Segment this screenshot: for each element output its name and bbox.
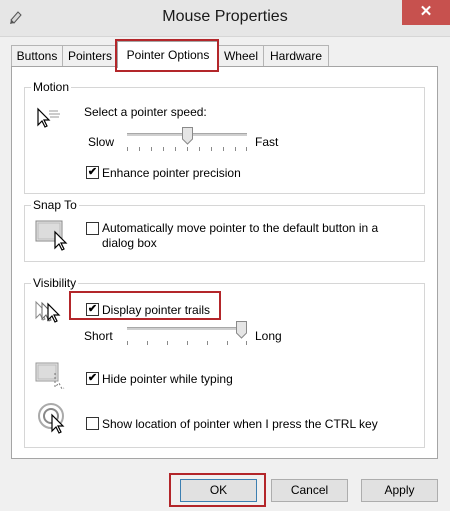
show-location-label: Show location of pointer when I press th… <box>102 417 378 431</box>
close-button[interactable]: ✕ <box>402 0 450 25</box>
hide-pointer-checkbox[interactable]: ✔ <box>86 372 99 385</box>
enhance-precision-label: Enhance pointer precision <box>102 166 241 180</box>
cancel-button[interactable]: Cancel <box>271 479 348 502</box>
show-location-checkbox[interactable] <box>86 417 99 430</box>
pointer-options-panel: Motion Select a pointer speed: Slow Fast… <box>11 66 438 459</box>
snap-to-label-line1: Automatically move pointer to the defaul… <box>102 221 379 235</box>
window-title: Mouse Properties <box>162 8 288 25</box>
fast-label: Fast <box>255 135 279 149</box>
tab-pointers[interactable]: Pointers <box>62 45 118 67</box>
title-bar: Mouse Properties ✕ <box>0 0 450 37</box>
slow-label: Slow <box>88 135 115 149</box>
tab-wheel[interactable]: Wheel <box>218 45 264 67</box>
snap-to-label-line2: dialog box <box>102 236 157 250</box>
pointer-trails-checkbox[interactable]: ✔ <box>86 303 99 316</box>
pointer-speed-slider[interactable] <box>127 127 247 155</box>
motion-group-label: Motion <box>31 80 72 94</box>
pointer-trails-label: Display pointer trails <box>102 303 211 317</box>
pointer-trails-icon <box>35 300 61 323</box>
pointer-speed-thumb[interactable] <box>182 127 193 145</box>
short-label: Short <box>84 329 113 343</box>
pointer-speed-prompt: Select a pointer speed: <box>84 105 207 119</box>
tab-highlight-box <box>115 39 219 72</box>
show-location-icon <box>38 403 65 434</box>
snap-to-checkbox[interactable] <box>86 222 99 235</box>
enhance-precision-checkbox[interactable]: ✔ <box>86 166 99 179</box>
apply-button[interactable]: Apply <box>361 479 438 502</box>
long-label: Long <box>255 329 282 343</box>
tab-buttons[interactable]: Buttons <box>11 45 63 67</box>
snap-to-group-label: Snap To <box>31 198 79 212</box>
trail-length-thumb[interactable] <box>236 321 247 339</box>
ok-highlight-box <box>169 473 266 507</box>
tab-hardware[interactable]: Hardware <box>263 45 329 67</box>
hide-pointer-label: Hide pointer while typing <box>102 372 233 386</box>
snap-to-icon <box>35 220 68 251</box>
hide-pointer-icon <box>35 362 65 390</box>
visibility-group-label: Visibility <box>31 276 79 290</box>
trail-length-slider[interactable] <box>127 321 247 349</box>
pointer-speed-icon <box>37 107 60 128</box>
